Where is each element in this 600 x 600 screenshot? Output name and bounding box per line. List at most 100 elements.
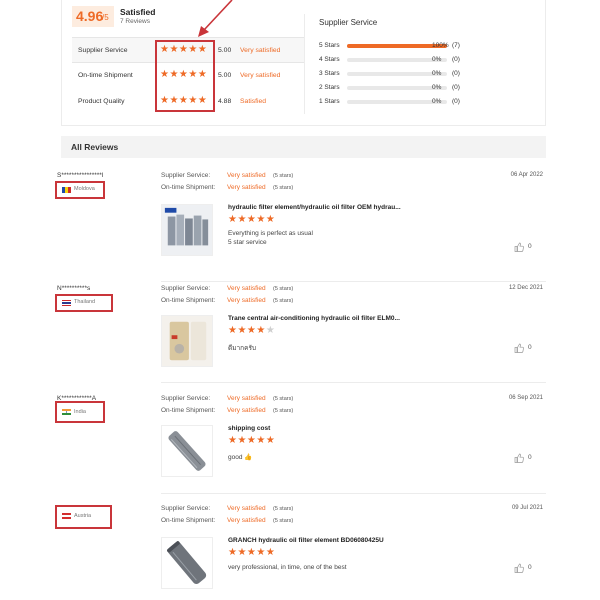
product-stars: ★★★★★ [228,325,275,336]
metric-desc: Very satisfied [240,47,281,54]
austria-flag-icon [62,513,71,519]
product-thumbnail[interactable] [161,204,213,256]
like-count: 0 [528,243,532,250]
reviews-count: 7 Reviews [120,18,150,25]
product-thumbnail[interactable] [161,537,213,589]
summary-divider [304,14,305,114]
shipment-label: On-time Shipment: [161,407,216,414]
distribution-percent: 100% [432,42,449,49]
supplier-service-label: Supplier Service: [161,505,211,512]
metric-value: 5.00 [218,72,232,79]
product-thumbnail[interactable] [161,315,213,367]
shipment-stars: (5 stars) [273,518,294,524]
distribution-count: (7) [452,42,460,49]
thumbs-up-icon[interactable] [514,453,524,463]
shipment-label: On-time Shipment: [161,297,216,304]
shipment-label: On-time Shipment: [161,184,216,191]
product-stars: ★★★★★ [228,435,275,446]
distribution-label: 4 Stars [319,56,340,63]
stars-highlight-box [155,40,215,112]
review-comment-2: 5 star service [228,239,267,246]
review-date: 06 Sep 2021 [508,395,543,401]
metric-desc: Satisfied [240,98,267,105]
overall-score: 4.96 [76,8,104,24]
distribution-percent: 0% [432,70,442,77]
review-comment: good 👍 [228,454,253,461]
distribution-label: 5 Stars [319,42,340,49]
country-highlight-box: Austria [55,505,112,529]
distribution-percent: 0% [432,98,442,105]
review-date: 09 Jul 2021 [511,505,543,511]
all-reviews-header: All Reviews [61,136,546,158]
product-thumbnail[interactable] [161,425,213,477]
shipment-label: On-time Shipment: [161,517,216,524]
review-date: 06 Apr 2022 [510,172,543,178]
review-divider [161,281,546,282]
stars-on: ★★★★★ [228,547,276,558]
like-count: 0 [528,454,532,461]
stars-on: ★★★★★ [228,435,276,446]
distribution-row-3: 3 Stars 0% (0) [319,69,544,79]
shipment-value: Very satisfied [227,297,266,304]
reviewer-country: Moldova [74,186,95,192]
supplier-service-label: Supplier Service: [161,285,211,292]
thumbs-up-icon[interactable] [514,242,524,252]
annotation-arrow-icon [198,0,233,37]
supplier-service-value: Very satisfied [227,395,266,402]
review-divider [161,493,546,494]
review-divider [161,382,546,383]
review-date: 12 Dec 2021 [508,285,543,291]
supplier-service-label: Supplier Service: [161,172,211,179]
supplier-service-value: Very satisfied [227,505,266,512]
satisfaction-title: Satisfied [120,7,156,17]
supplier-service-stars: (5 stars) [273,506,294,512]
product-name[interactable]: hydraulic filter element/hydraulic oil f… [228,204,401,211]
reviewer-country: India [74,409,86,415]
review-comment: very professional, in time, one of the b… [228,564,347,571]
thumbs-up-icon[interactable] [514,343,524,353]
distribution-row-5: 5 Stars 100% (7) [319,41,544,51]
distribution-percent: 0% [432,56,442,63]
moldova-flag-icon [62,187,71,193]
distribution-row-1: 1 Stars 0% (0) [319,97,544,107]
country-highlight-box: India [55,401,105,423]
review-item: K************A India Supplier Service: V… [55,395,546,505]
like-count: 0 [528,564,532,571]
shipment-value: Very satisfied [227,407,266,414]
distribution-row-2: 2 Stars 0% (0) [319,83,544,93]
metric-label: Product Quality [78,98,125,105]
shipment-stars: (5 stars) [273,185,294,191]
shipment-value: Very satisfied [227,184,266,191]
reviewer-country: Austria [74,513,92,519]
distribution-count: (0) [452,56,460,63]
review-item: S****************l Moldova Supplier Serv… [55,172,546,282]
review-comment: ดีมากครับ [228,345,257,352]
thailand-flag-icon [62,300,71,306]
reviewer-country: Thailand [74,299,96,305]
country-highlight-box: Thailand [55,294,113,312]
distribution-row-4: 4 Stars 0% (0) [319,55,544,65]
stars-on: ★★★★ [228,325,266,336]
supplier-service-value: Very satisfied [227,285,266,292]
shipment-value: Very satisfied [227,517,266,524]
stars-off: ★ [265,325,276,336]
overall-score-badge: 4.96 /5 [72,6,114,27]
overall-score-suffix: /5 [102,13,109,22]
shipment-stars: (5 stars) [273,298,294,304]
supplier-service-value: Very satisfied [227,172,266,179]
thumbs-up-icon[interactable] [514,563,524,573]
product-stars: ★★★★★ [228,214,275,225]
country-highlight-box: Moldova [55,181,105,199]
supplier-service-stars: (5 stars) [273,396,294,402]
supplier-service-label: Supplier Service: [161,395,211,402]
distribution-label: 1 Stars [319,98,340,105]
product-name[interactable]: GRANCH hydraulic oil filter element BD06… [228,537,384,544]
product-name[interactable]: Trane central air-conditioning hydraulic… [228,315,400,322]
reviewer-name: S****************l [57,172,104,179]
product-name[interactable]: shipping cost [228,425,270,432]
like-count: 0 [528,344,532,351]
metric-label: On-time Shipment [78,72,133,79]
india-flag-icon [62,409,71,415]
stars-on: ★★★★★ [228,214,276,225]
shipment-stars: (5 stars) [273,408,294,414]
